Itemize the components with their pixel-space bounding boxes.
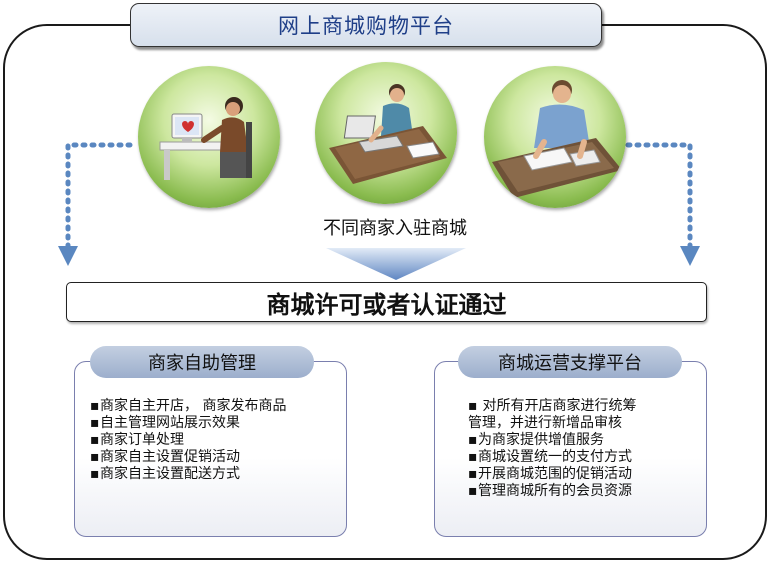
list-item-text: 对所有开店商家进行统筹 [478, 398, 637, 414]
list-item: ▪自主管理网站展示效果 [90, 415, 286, 432]
bullet-icon: ▪ [90, 432, 100, 448]
list-item-text: 为商家提供增值服务 [478, 432, 604, 448]
certification-bar: 商城许可或者认证通过 [66, 282, 707, 322]
merchant-self-service-header: 商家自助管理 [90, 346, 314, 378]
list-item: ▪为商家提供增值服务 [468, 432, 636, 449]
bullet-icon: ▪ [468, 466, 478, 482]
bullet-icon: ▪ [90, 415, 100, 431]
list-item-text: 管理，并进行新增品审核 [468, 415, 622, 431]
merchant-caption: 不同商家入驻商城 [323, 218, 467, 239]
merchant-writing-icon [484, 66, 626, 208]
list-item: ▪商家订单处理 [90, 432, 286, 449]
list-item: ▪开展商城范围的促销活动 [468, 466, 636, 483]
list-item: ▪商家自主开店， 商家发布商品 [90, 398, 286, 415]
list-item-text: 管理商城所有的会员资源 [478, 483, 632, 499]
bullet-icon: ▪ [468, 449, 478, 465]
list-item: ▪商城设置统一的支付方式 [468, 449, 636, 466]
bullet-icon: ▪ [468, 483, 478, 499]
list-item-text: 商家自主设置促销活动 [100, 449, 240, 465]
list-item-text: 自主管理网站展示效果 [100, 415, 240, 431]
list-item-text: 开展商城范围的促销活动 [478, 466, 632, 482]
list-item: ▪商家自主设置配送方式 [90, 466, 286, 483]
list-item: ▪管理商城所有的会员资源 [468, 483, 636, 500]
merchant-self-service-list: ▪商家自主开店， 商家发布商品 ▪自主管理网站展示效果 ▪商家订单处理 ▪商家自… [90, 398, 286, 483]
arrow-down-icon [326, 248, 466, 280]
list-item: ▪ 对所有开店商家进行统筹 [468, 398, 636, 415]
list-item: 管理，并进行新增品审核 [468, 415, 636, 432]
mall-operation-list: ▪ 对所有开店商家进行统筹 管理，并进行新增品审核 ▪为商家提供增值服务 ▪商城… [468, 398, 636, 500]
list-item-text: 商家订单处理 [100, 432, 184, 448]
bullet-icon: ▪ [90, 398, 100, 414]
merchant-computer-icon [138, 66, 280, 208]
bullet-icon: ▪ [90, 466, 100, 482]
merchant-desk-icon [315, 62, 457, 204]
mall-operation-header: 商城运营支撑平台 [458, 346, 682, 378]
bullet-icon: ▪ [468, 432, 478, 448]
bullet-icon: ▪ [90, 449, 100, 465]
bullet-icon: ▪ [468, 398, 478, 414]
list-item-text: 商家自主设置配送方式 [100, 466, 240, 482]
list-item-text: 商城设置统一的支付方式 [478, 449, 632, 465]
list-item: ▪商家自主设置促销活动 [90, 449, 286, 466]
list-item-text: 商家自主开店， 商家发布商品 [100, 398, 287, 414]
